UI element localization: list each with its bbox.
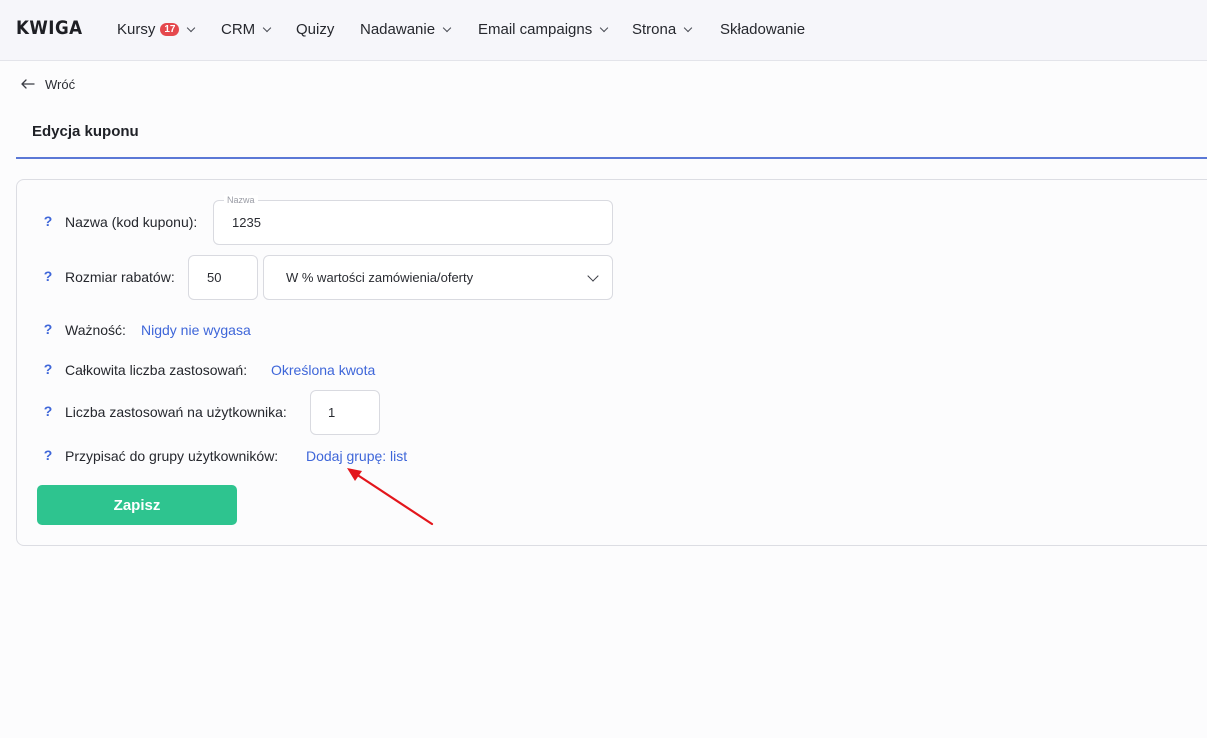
total-uses-label: Całkowita liczba zastosowań: (65, 362, 248, 378)
nav-item-crm[interactable]: CRM (221, 19, 272, 39)
top-navigation-bar: KWIGA Kursy 17 CRM Quizy Nadawanie Email… (0, 0, 1207, 61)
back-link[interactable]: Wróć (21, 75, 75, 93)
help-question-icon[interactable]: ? (43, 447, 53, 463)
nav-item-strona[interactable]: Strona (632, 19, 693, 39)
help-question-icon[interactable]: ? (43, 213, 53, 229)
name-label: Nazwa (kod kuponu): (65, 214, 198, 230)
discount-type-value: W % wartości zamówienia/oferty (286, 270, 474, 285)
kwiga-logo[interactable]: KWIGA (16, 17, 82, 39)
validity-label: Ważność: (65, 322, 126, 338)
nav-item-label: Email campaigns (478, 20, 593, 38)
discount-label: Rozmiar rabatów: (65, 269, 175, 285)
nav-item-label: Nadawanie (360, 20, 436, 38)
nav-item-label: Kursy (117, 20, 156, 38)
nav-item-nadawanie[interactable]: Nadawanie (360, 19, 452, 39)
help-question-icon[interactable]: ? (43, 321, 53, 337)
discount-type-select[interactable]: W % wartości zamówienia/oferty (263, 255, 613, 300)
discount-amount-input[interactable]: 50 (188, 255, 258, 300)
help-question-icon[interactable]: ? (43, 361, 53, 377)
nav-item-label: CRM (221, 20, 256, 38)
title-underline (16, 157, 1207, 159)
kursy-count-badge: 17 (160, 22, 180, 36)
user-group-label: Przypisać do grupy użytkowników: (65, 448, 279, 464)
help-question-icon[interactable]: ? (43, 268, 53, 284)
total-uses-link[interactable]: Określona kwota (271, 362, 375, 378)
uses-per-user-input[interactable]: 1 (310, 390, 380, 435)
save-button[interactable]: Zapisz (37, 485, 237, 525)
nav-item-skladowanie[interactable]: Składowanie (720, 19, 805, 39)
nav-item-kursy[interactable]: Kursy 17 (117, 19, 196, 39)
chevron-down-icon (683, 23, 693, 32)
chevron-down-icon (587, 270, 599, 282)
coupon-name-value: 1235 (232, 215, 261, 230)
arrow-left-icon (21, 79, 35, 89)
chevron-down-icon (262, 23, 272, 32)
add-group-link[interactable]: Dodaj grupę: list (306, 448, 407, 464)
nav-item-quizy[interactable]: Quizy (296, 19, 334, 39)
discount-amount-value: 50 (207, 270, 222, 285)
uses-per-user-value: 1 (328, 405, 336, 420)
back-label: Wróć (45, 76, 76, 92)
nav-item-label: Składowanie (720, 20, 806, 38)
uses-per-user-label: Liczba zastosowań na użytkownika: (65, 404, 287, 420)
chevron-down-icon (187, 23, 196, 32)
chevron-down-icon (442, 23, 452, 32)
chevron-down-icon (599, 23, 609, 32)
help-question-icon[interactable]: ? (43, 403, 53, 419)
page-title: Edycja kuponu (32, 123, 139, 140)
nav-item-email-campaigns[interactable]: Email campaigns (478, 19, 609, 39)
validity-link[interactable]: Nigdy nie wygasa (141, 322, 251, 338)
coupon-name-input[interactable]: Nazwa 1235 (213, 195, 613, 245)
nav-item-label: Quizy (296, 20, 335, 38)
nav-item-label: Strona (632, 20, 677, 38)
coupon-name-floating-label: Nazwa (224, 195, 258, 205)
